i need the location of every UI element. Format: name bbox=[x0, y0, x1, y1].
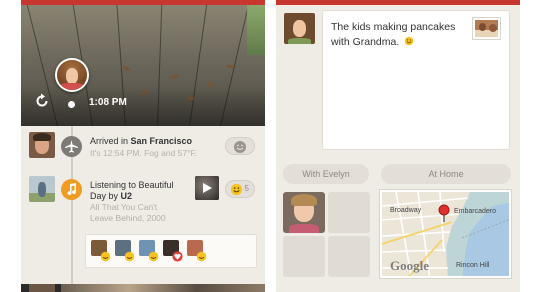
map-label-embarcadero: Embarcadero bbox=[454, 208, 497, 215]
post-text[interactable]: The kids making pancakes with Grandma. bbox=[331, 20, 471, 50]
moment-photo bbox=[29, 132, 55, 158]
emotion-count-button[interactable]: 5 bbox=[225, 180, 255, 198]
top-red-bar bbox=[276, 0, 520, 5]
moment-location-title: Arrived in San Francisco bbox=[90, 136, 193, 146]
emotion-button[interactable] bbox=[225, 137, 255, 155]
smiley-icon bbox=[100, 251, 111, 262]
timeline-screen: 1:08 PM Arrived in San Francisco It's 12… bbox=[21, 0, 265, 292]
heart-icon bbox=[172, 251, 183, 262]
map-label-broadway: Broadway bbox=[390, 207, 422, 214]
smiley-icon bbox=[196, 251, 207, 262]
place-button[interactable]: At Home bbox=[381, 164, 511, 184]
refresh-icon[interactable] bbox=[34, 93, 50, 109]
map-pin-icon[interactable] bbox=[438, 204, 450, 222]
smiley-icon bbox=[124, 251, 135, 262]
with-people-button[interactable]: With Evelyn bbox=[283, 164, 369, 184]
smiley-icon bbox=[148, 251, 159, 262]
moment-music-title-line2: Day by U2 bbox=[90, 191, 133, 201]
compose-screen: The kids making pancakes with Grandma. W… bbox=[276, 0, 520, 292]
empty-person-slot[interactable] bbox=[328, 192, 370, 233]
play-icon bbox=[203, 183, 212, 193]
google-logo: Google bbox=[390, 258, 429, 273]
moment-music-title-line1: Listening to Beautiful bbox=[90, 180, 174, 190]
smiley-icon bbox=[230, 183, 243, 196]
tagged-person-photo[interactable] bbox=[283, 192, 325, 233]
airplane-icon bbox=[61, 136, 82, 157]
author-avatar[interactable] bbox=[284, 13, 315, 44]
cover-time: 1:08 PM bbox=[89, 97, 127, 108]
smiley-icon bbox=[234, 141, 246, 153]
music-note-icon bbox=[61, 179, 82, 200]
location-map[interactable]: Broadway Embarcadero Rincon Hill Google bbox=[380, 190, 511, 278]
attached-photo-thumbnail[interactable] bbox=[473, 18, 500, 39]
reactions-list[interactable] bbox=[85, 234, 257, 268]
current-time-marker bbox=[68, 101, 75, 108]
album-art-play-button[interactable] bbox=[195, 176, 219, 200]
next-moment-avatar bbox=[29, 284, 55, 292]
next-moment-photo bbox=[61, 284, 265, 292]
empty-person-slot[interactable] bbox=[328, 236, 370, 277]
empty-person-slot[interactable] bbox=[283, 236, 325, 277]
emotion-count: 5 bbox=[244, 184, 249, 193]
smiley-icon bbox=[404, 36, 414, 46]
moment-music-subtitle-line1: All That You Can't bbox=[90, 202, 158, 212]
user-avatar[interactable] bbox=[55, 58, 89, 92]
moment-photo bbox=[29, 176, 55, 202]
map-label-rincon-hill: Rincon Hill bbox=[456, 262, 490, 269]
moment-music-subtitle-line2: Leave Behind, 2000 bbox=[90, 213, 166, 223]
moment-location-subtitle: It's 12:54 PM. Fog and 57°F. bbox=[90, 148, 198, 158]
